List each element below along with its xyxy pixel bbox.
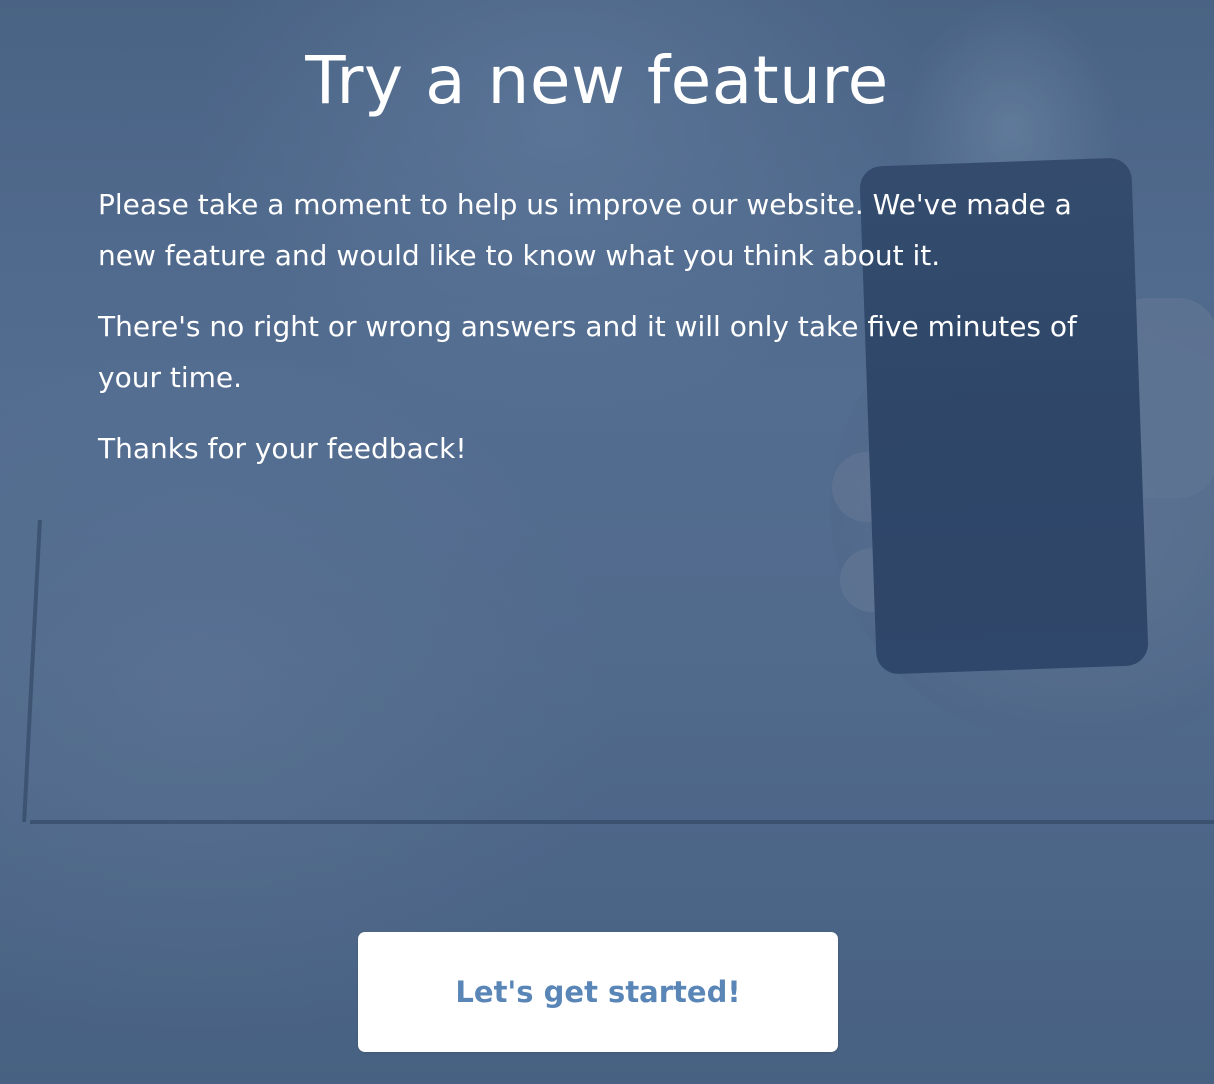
dialog-body: Please take a moment to help us improve … — [98, 180, 1118, 496]
thanks-paragraph: Thanks for your feedback! — [98, 432, 467, 465]
intro-paragraph: Please take a moment to help us improve … — [98, 188, 1072, 272]
get-started-button[interactable]: Let's get started! — [358, 932, 838, 1052]
feature-invite-dialog: Try a new feature Please take a moment t… — [0, 0, 1214, 1084]
dialog-title: Try a new feature — [305, 42, 889, 119]
time-paragraph: There's no right or wrong answers and it… — [98, 310, 1077, 394]
